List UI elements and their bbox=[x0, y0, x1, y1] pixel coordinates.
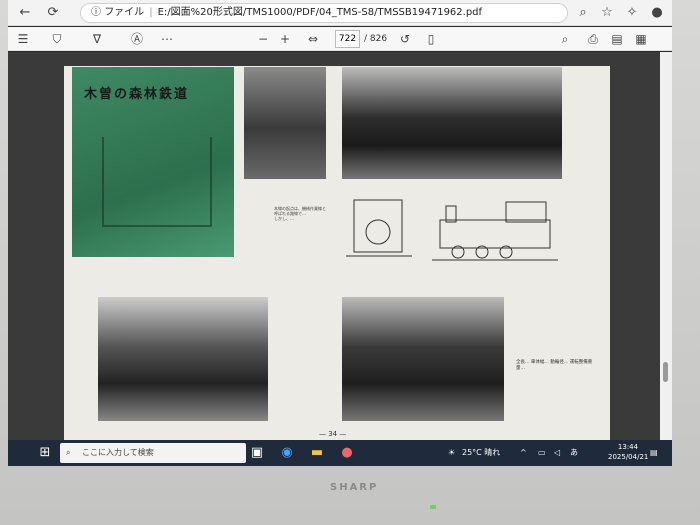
refresh-icon[interactable]: ⟳ bbox=[44, 4, 62, 22]
rotate-icon[interactable]: ↺ bbox=[396, 30, 414, 48]
file-explorer-icon[interactable]: ▬ bbox=[308, 444, 326, 462]
zoom-icon[interactable]: ⌕ bbox=[574, 4, 592, 22]
monitor-brand: SHARP bbox=[330, 482, 379, 493]
info-icon: ⓘ bbox=[91, 7, 105, 18]
page-view-icon[interactable]: ▯ bbox=[422, 30, 440, 48]
more-icon[interactable]: ⋯ bbox=[158, 30, 176, 48]
page-number: — 34 — bbox=[319, 430, 347, 438]
locomotive-drawing bbox=[346, 199, 558, 261]
print-icon[interactable]: ⎙ bbox=[584, 30, 602, 48]
url-field[interactable]: ⓘ ファイル | E:/図面%20形式図/TMS1000/PDF/04_TMS-S8… bbox=[80, 3, 568, 23]
save-as-icon[interactable]: ▦ bbox=[632, 30, 650, 48]
power-led bbox=[430, 505, 436, 509]
back-icon[interactable]: ← bbox=[16, 4, 34, 22]
page-total: / 826 bbox=[364, 34, 388, 44]
contents-icon[interactable]: ☰ bbox=[14, 30, 32, 48]
page-title: 木曽の森林鉄道 bbox=[84, 87, 190, 102]
windows-start-icon[interactable]: ⊞ bbox=[36, 444, 54, 462]
zoom-in-button[interactable]: + bbox=[276, 30, 294, 48]
network-icon[interactable]: ▭ bbox=[538, 440, 546, 466]
notification-icon[interactable]: ▤ bbox=[650, 440, 658, 466]
fit-page-icon[interactable]: ⇔ bbox=[304, 30, 322, 48]
locomotive-photo-lower-right bbox=[342, 297, 504, 421]
search-icon[interactable]: ⌕ bbox=[556, 30, 574, 48]
screen: ← ⟳ ⓘ ファイル | E:/図面%20形式図/TMS1000/PDF/04_TM… bbox=[8, 0, 672, 466]
locomotive-photo-front bbox=[244, 67, 326, 179]
locomotive-photo-side bbox=[342, 67, 562, 179]
app-icon[interactable]: ● bbox=[338, 444, 356, 462]
ime-mode-icon[interactable]: あ bbox=[570, 440, 578, 466]
pdf-page: 木曽の森林鉄道 本線の起点は、機械作業線と 呼ばれる路線で… しかし、… 全長…… bbox=[64, 66, 610, 440]
star-icon[interactable]: ☆ bbox=[598, 4, 616, 22]
zoom-out-button[interactable]: − bbox=[254, 30, 272, 48]
taskbar-search[interactable]: ⌕ ここに入力して検索 bbox=[60, 443, 246, 463]
filter-icon[interactable]: ⛉ bbox=[48, 30, 66, 48]
page-number-input[interactable]: 722 bbox=[335, 30, 360, 48]
pdf-viewer[interactable]: 木曽の森林鉄道 本線の起点は、機械作業線と 呼ばれる路線で… しかし、… 全長…… bbox=[8, 52, 672, 440]
address-bar: ← ⟳ ⓘ ファイル | E:/図面%20形式図/TMS1000/PDF/04_TM… bbox=[8, 0, 672, 26]
weather-icon[interactable]: ☀ bbox=[448, 440, 455, 466]
edge-icon[interactable]: ◉ bbox=[278, 444, 296, 462]
article-text: 本線の起点は、機械作業線と 呼ばれる路線で… しかし、… bbox=[274, 206, 326, 221]
clock-time: 13:44 bbox=[617, 443, 639, 451]
profile-icon[interactable]: ● bbox=[648, 4, 666, 22]
tray-chevron-icon[interactable]: ^ bbox=[520, 440, 527, 466]
save-icon[interactable]: ▤ bbox=[608, 30, 626, 48]
task-view-icon[interactable]: ▣ bbox=[248, 444, 266, 462]
weather-label[interactable]: 25°C 晴れ bbox=[462, 440, 500, 466]
scrollbar[interactable] bbox=[660, 52, 672, 440]
favorites-icon[interactable]: ✧ bbox=[623, 4, 641, 22]
clock-date: 2025/04/21 bbox=[608, 453, 649, 461]
pdf-toolbar: ☰ ⛉ ∇ Ⓐ ⋯ − + ⇔ 722 / 826 ↺ ▯ ⌕ ⎙ ▤ ▦ bbox=[8, 27, 672, 51]
scrollbar-thumb[interactable] bbox=[663, 362, 668, 382]
search-icon: ⌕ bbox=[66, 448, 71, 457]
locomotive-photo-lower-left bbox=[98, 297, 268, 421]
clock[interactable]: 13:44 2025/04/21 bbox=[608, 442, 648, 462]
read-aloud-icon[interactable]: Ⓐ bbox=[128, 30, 146, 48]
taskbar: ⊞ ⌕ ここに入力して検索 ▣ ◉ ▬ ● ☀ 25°C 晴れ ^ ▭ ◁ あ … bbox=[8, 440, 672, 466]
spec-table: 全長… 車体幅… 動輪径… 運転整備重量… bbox=[516, 360, 593, 371]
draw-icon[interactable]: ∇ bbox=[88, 30, 106, 48]
title-photo: 木曽の森林鉄道 bbox=[72, 67, 234, 257]
volume-icon[interactable]: ◁ bbox=[554, 440, 560, 466]
bridge-silhouette bbox=[102, 137, 212, 227]
